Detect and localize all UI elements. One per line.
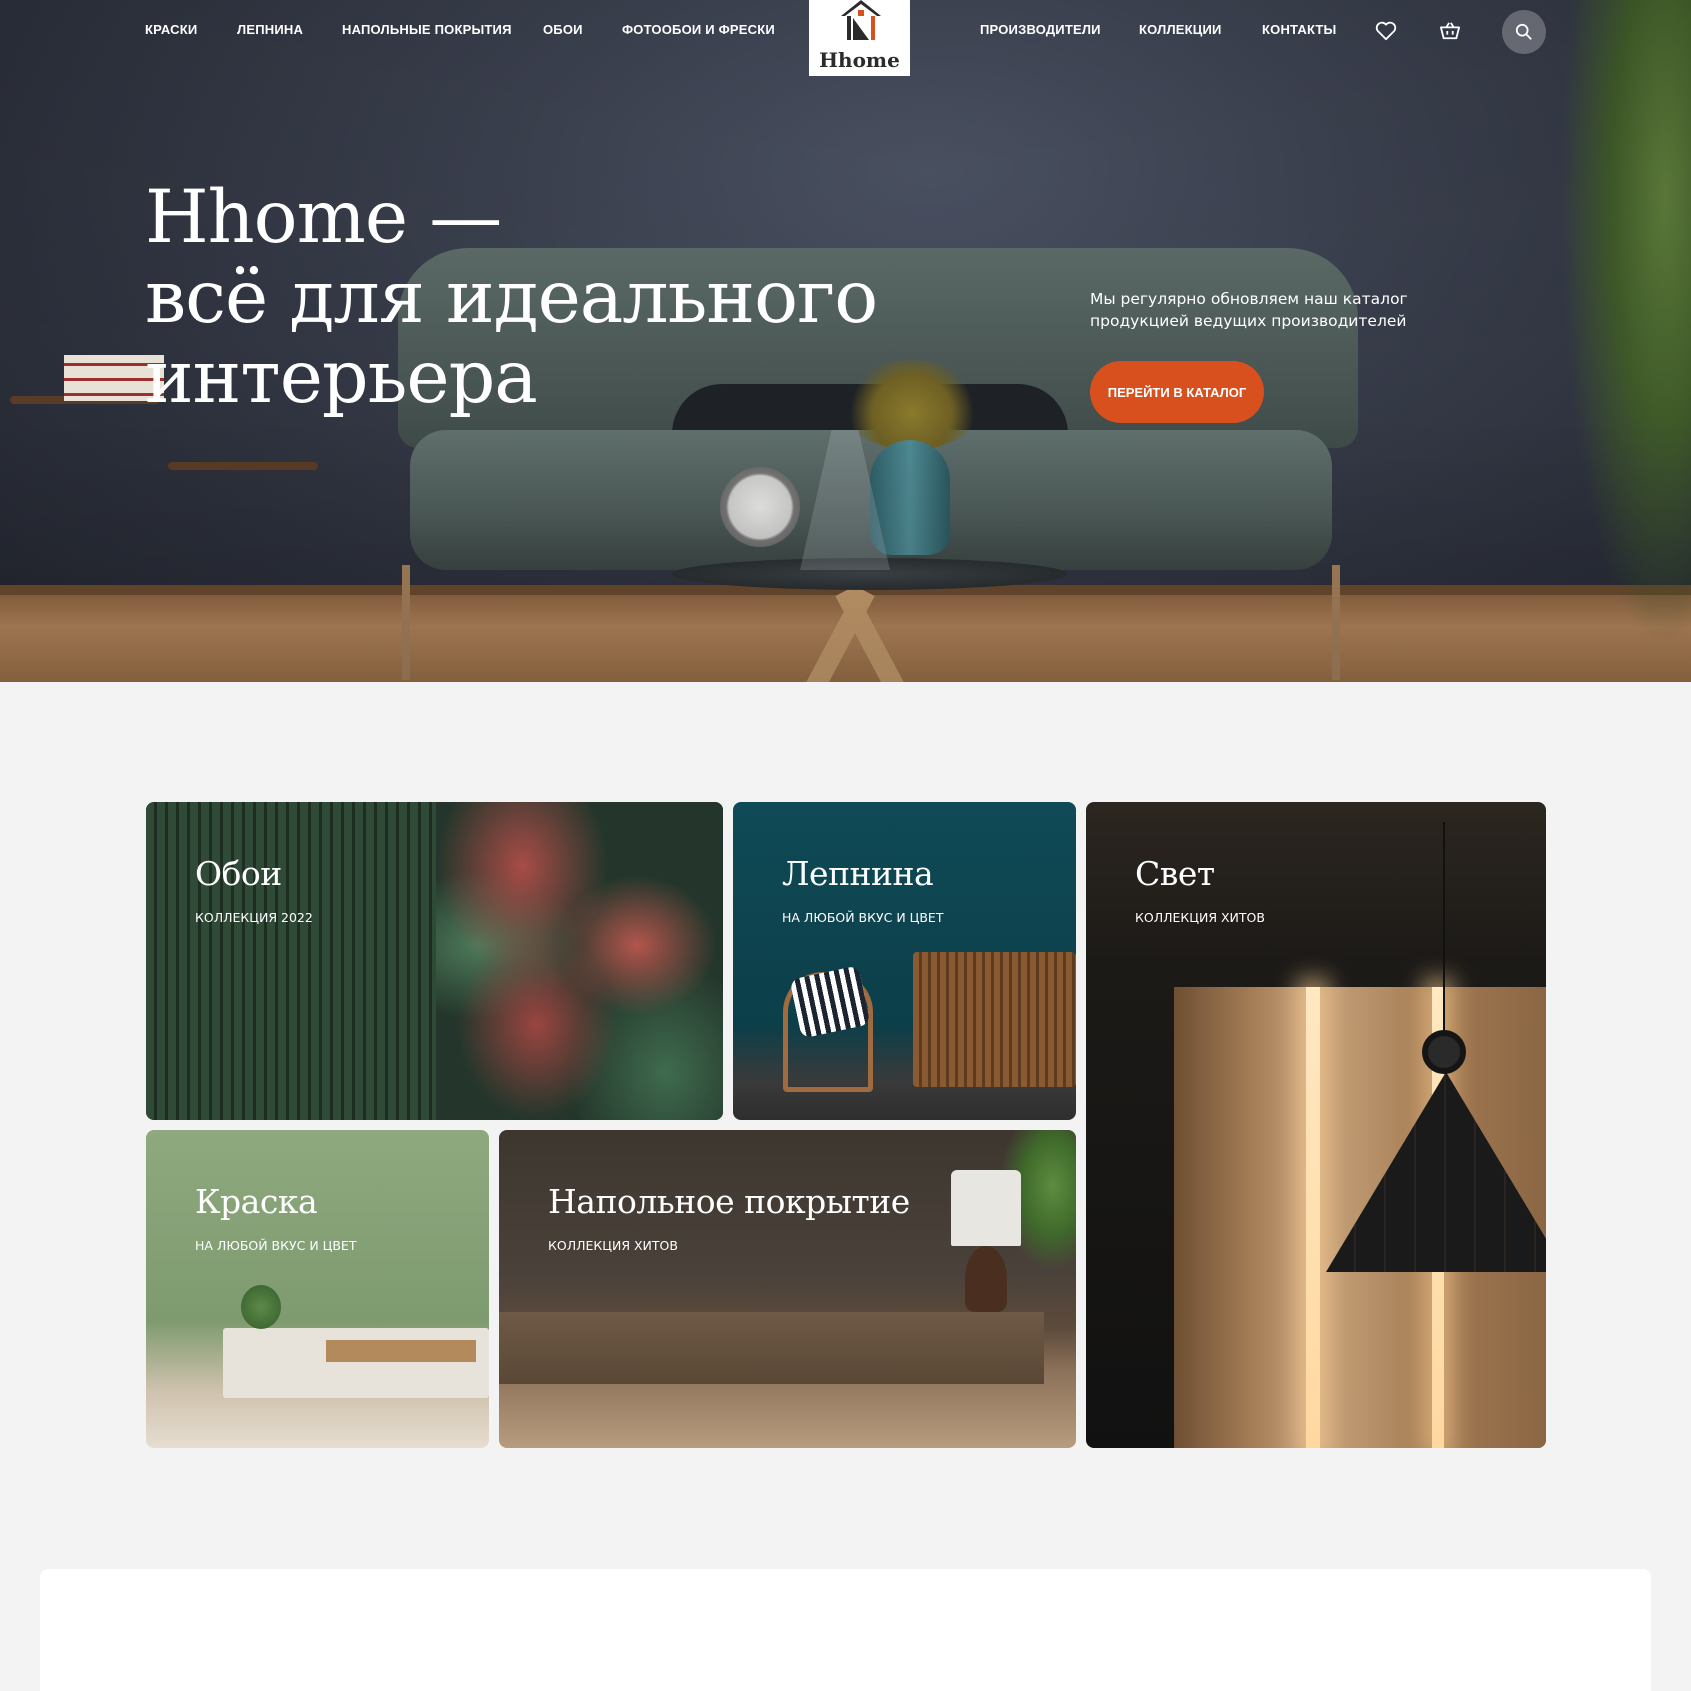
search-icon (1515, 23, 1532, 40)
category-card-flooring[interactable]: Напольное покрытие КОЛЛЕКЦИЯ ХИТОВ (499, 1130, 1076, 1448)
hero-section: КРАСКИ ЛЕПНИНА НАПОЛЬНЫЕ ПОКРЫТИЯ ОБОИ Ф… (0, 0, 1691, 682)
hero-title-line: Hhome — (145, 175, 502, 260)
house-logo-icon (841, 0, 881, 40)
content-panel (40, 1569, 1651, 1691)
cart-button[interactable] (1435, 16, 1465, 46)
site-logo[interactable]: Hhome (809, 0, 910, 76)
category-card-lighting[interactable]: Свет КОЛЛЕКЦИЯ ХИТОВ (1086, 802, 1546, 1448)
card-title: Напольное покрытие (548, 1182, 910, 1221)
card-subtitle: КОЛЛЕКЦИЯ ХИТОВ (548, 1238, 678, 1253)
wallpaper-pattern-image (436, 802, 723, 1120)
nav-item-flooring[interactable]: НАПОЛЬНЫЕ ПОКРЫТИЯ (342, 22, 512, 37)
table-lamp-image (951, 1170, 1021, 1246)
hero-title: Hhome — всё для идеального интерьера (145, 178, 925, 418)
hero-description: Мы регулярно обновляем наш каталог проду… (1090, 290, 1408, 330)
nav-item-paints[interactable]: КРАСКИ (145, 22, 197, 37)
category-card-moldings[interactable]: Лепнина НА ЛЮБОЙ ВКУС И ЦВЕТ (733, 802, 1076, 1120)
category-card-wallpaper[interactable]: Обои КОЛЛЕКЦИЯ 2022 (146, 802, 723, 1120)
hero-title-line: интерьера (145, 335, 538, 420)
nav-item-collections[interactable]: КОЛЛЕКЦИИ (1139, 22, 1222, 37)
nav-item-photo-wallpaper[interactable]: ФОТООБОИ И ФРЕСКИ (622, 22, 775, 37)
card-subtitle: КОЛЛЕКЦИЯ 2022 (195, 910, 313, 925)
heart-icon (1375, 21, 1397, 41)
logo-text: Hhome (819, 48, 900, 72)
card-subtitle: НА ЛЮБОЙ ВКУС И ЦВЕТ (195, 1238, 357, 1253)
basket-icon (1439, 22, 1460, 40)
card-subtitle: НА ЛЮБОЙ ВКУС И ЦВЕТ (782, 910, 944, 925)
go-to-catalog-button[interactable]: ПЕРЕЙТИ В КАТАЛОГ (1090, 361, 1264, 423)
hero-title-line: всё для идеального (145, 255, 878, 340)
card-subtitle: КОЛЛЕКЦИЯ ХИТОВ (1135, 910, 1265, 925)
nav-item-contacts[interactable]: КОНТАКТЫ (1262, 22, 1336, 37)
card-title: Лепнина (782, 854, 934, 893)
nav-item-manufacturers[interactable]: ПРОИЗВОДИТЕЛИ (980, 22, 1101, 37)
nav-item-wallpaper[interactable]: ОБОИ (543, 22, 583, 37)
favorites-button[interactable] (1371, 16, 1401, 46)
card-title: Краска (195, 1182, 318, 1221)
nav-item-moldings[interactable]: ЛЕПНИНА (237, 22, 303, 37)
card-title: Обои (195, 854, 282, 893)
category-card-paint[interactable]: Краска НА ЛЮБОЙ ВКУС И ЦВЕТ (146, 1130, 489, 1448)
search-button[interactable] (1502, 10, 1546, 54)
card-title: Свет (1135, 854, 1215, 893)
